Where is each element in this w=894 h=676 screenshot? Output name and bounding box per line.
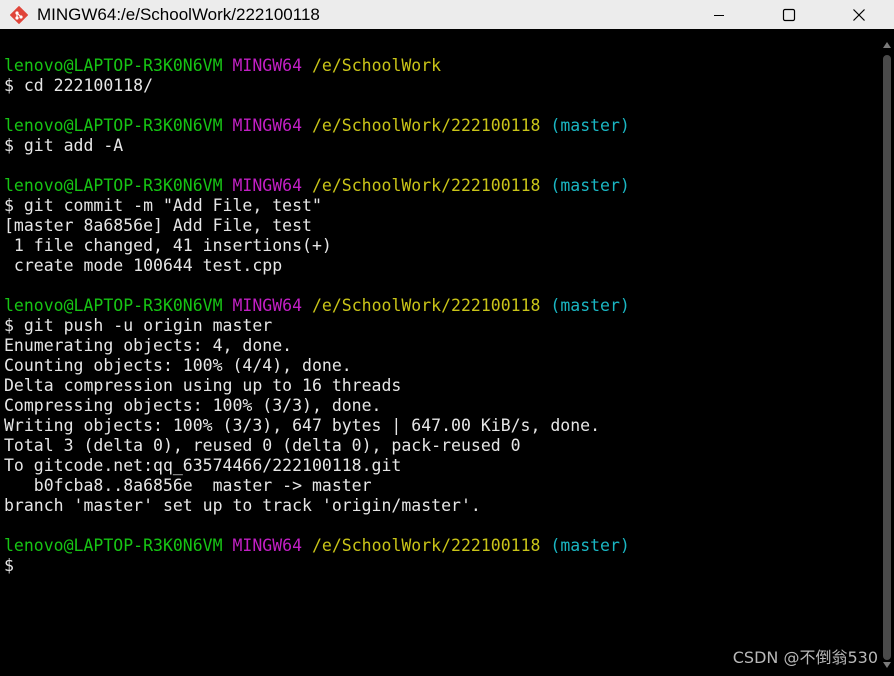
output-line: b0fcba8..8a6856e master -> master bbox=[4, 476, 880, 496]
prompt-user-host: lenovo@LAPTOP-R3K0N6VM bbox=[4, 536, 223, 555]
line-text: $ git push -u origin master bbox=[4, 316, 273, 335]
line-text: Compressing objects: 100% (3/3), done. bbox=[4, 396, 382, 415]
output-line: Compressing objects: 100% (3/3), done. bbox=[4, 396, 880, 416]
prompt-branch: (master) bbox=[550, 116, 630, 135]
line-text: branch 'master' set up to track 'origin/… bbox=[4, 496, 481, 515]
line-text: Delta compression using up to 16 threads bbox=[4, 376, 402, 395]
prompt-line: lenovo@LAPTOP-R3K0N6VM MINGW64 /e/School… bbox=[4, 116, 880, 136]
output-line: Enumerating objects: 4, done. bbox=[4, 336, 880, 356]
line-text: create mode 100644 test.cpp bbox=[4, 256, 283, 275]
vertical-scrollbar[interactable] bbox=[880, 29, 894, 676]
output-line: 1 file changed, 41 insertions(+) bbox=[4, 236, 880, 256]
output-line: $ bbox=[4, 556, 880, 576]
prompt-system: MINGW64 bbox=[232, 56, 303, 75]
line-text: [master 8a6856e] Add File, test bbox=[4, 216, 312, 235]
window-controls bbox=[684, 0, 894, 29]
prompt-system: MINGW64 bbox=[232, 176, 303, 195]
output-line: $ git push -u origin master bbox=[4, 316, 880, 336]
prompt-path: /e/SchoolWork bbox=[311, 56, 442, 75]
output-line: Total 3 (delta 0), reused 0 (delta 0), p… bbox=[4, 436, 880, 456]
close-button[interactable] bbox=[824, 0, 894, 29]
minimize-button[interactable] bbox=[684, 0, 754, 29]
minimize-icon bbox=[714, 14, 724, 16]
output-line: Writing objects: 100% (3/3), 647 bytes |… bbox=[4, 416, 880, 436]
window-title: MINGW64:/e/SchoolWork/222100118 bbox=[37, 4, 320, 24]
output-line: Delta compression using up to 16 threads bbox=[4, 376, 880, 396]
terminal-window: MINGW64:/e/SchoolWork/222100118 lenovo@L… bbox=[0, 0, 894, 676]
output-line: $ git commit -m "Add File, test" bbox=[4, 196, 880, 216]
prompt-system: MINGW64 bbox=[232, 536, 303, 555]
maximize-icon bbox=[782, 8, 796, 21]
output-line: [master 8a6856e] Add File, test bbox=[4, 216, 880, 236]
output-line: create mode 100644 test.cpp bbox=[4, 256, 880, 276]
output-line: $ git add -A bbox=[4, 136, 880, 156]
line-text: $ git add -A bbox=[4, 136, 124, 155]
output-line: branch 'master' set up to track 'origin/… bbox=[4, 496, 880, 516]
line-text: To gitcode.net:qq_63574466/222100118.git bbox=[4, 456, 402, 475]
line-text: Counting objects: 100% (4/4), done. bbox=[4, 356, 352, 375]
prompt-user-host: lenovo@LAPTOP-R3K0N6VM bbox=[4, 56, 223, 75]
prompt-system: MINGW64 bbox=[232, 116, 303, 135]
watermark: CSDN @不倒翁530 bbox=[732, 648, 878, 667]
line-text: 1 file changed, 41 insertions(+) bbox=[4, 236, 332, 255]
line-text: b0fcba8..8a6856e master -> master bbox=[4, 476, 372, 495]
scroll-up-icon[interactable] bbox=[883, 42, 891, 48]
line-text: $ cd 222100118/ bbox=[4, 76, 154, 95]
prompt-branch: (master) bbox=[550, 176, 630, 195]
scroll-down-icon[interactable] bbox=[883, 662, 891, 668]
prompt-line: lenovo@LAPTOP-R3K0N6VM MINGW64 /e/School… bbox=[4, 296, 880, 316]
prompt-branch: (master) bbox=[550, 536, 630, 555]
line-text: Total 3 (delta 0), reused 0 (delta 0), p… bbox=[4, 436, 521, 455]
prompt-user-host: lenovo@LAPTOP-R3K0N6VM bbox=[4, 296, 223, 315]
prompt-system: MINGW64 bbox=[232, 296, 303, 315]
line-text: $ bbox=[4, 556, 14, 575]
title-bar[interactable]: MINGW64:/e/SchoolWork/222100118 bbox=[0, 0, 894, 29]
prompt-path: /e/SchoolWork/222100118 bbox=[311, 296, 541, 315]
prompt-user-host: lenovo@LAPTOP-R3K0N6VM bbox=[4, 116, 223, 135]
scrollbar-thumb[interactable] bbox=[883, 55, 891, 660]
prompt-user-host: lenovo@LAPTOP-R3K0N6VM bbox=[4, 176, 223, 195]
close-icon bbox=[853, 8, 865, 21]
prompt-line: lenovo@LAPTOP-R3K0N6VM MINGW64 /e/School… bbox=[4, 176, 880, 196]
prompt-path: /e/SchoolWork/222100118 bbox=[311, 116, 541, 135]
prompt-path: /e/SchoolWork/222100118 bbox=[311, 536, 541, 555]
terminal-output[interactable]: lenovo@LAPTOP-R3K0N6VM MINGW64 /e/School… bbox=[0, 29, 880, 676]
prompt-line: lenovo@LAPTOP-R3K0N6VM MINGW64 /e/School… bbox=[4, 56, 880, 76]
prompt-path: /e/SchoolWork/222100118 bbox=[311, 176, 541, 195]
maximize-button[interactable] bbox=[754, 0, 824, 29]
line-text: $ git commit -m "Add File, test" bbox=[4, 196, 322, 215]
output-line: Counting objects: 100% (4/4), done. bbox=[4, 356, 880, 376]
prompt-line: lenovo@LAPTOP-R3K0N6VM MINGW64 /e/School… bbox=[4, 536, 880, 556]
line-text: Writing objects: 100% (3/3), 647 bytes |… bbox=[4, 416, 601, 435]
output-line: $ cd 222100118/ bbox=[4, 76, 880, 96]
line-text: Enumerating objects: 4, done. bbox=[4, 336, 293, 355]
git-bash-icon bbox=[9, 5, 29, 24]
prompt-branch: (master) bbox=[550, 296, 630, 315]
output-line: To gitcode.net:qq_63574466/222100118.git bbox=[4, 456, 880, 476]
